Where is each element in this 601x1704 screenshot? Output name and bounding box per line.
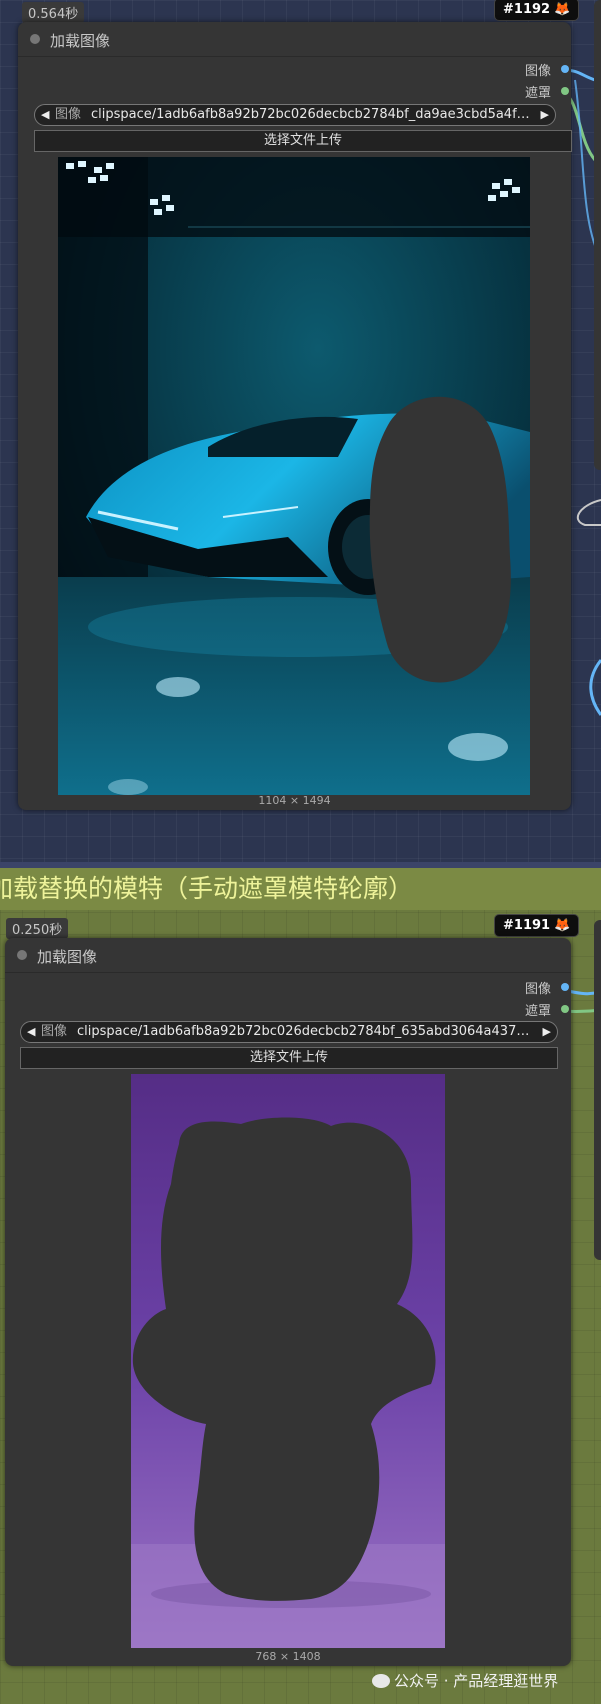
arrow-right-icon[interactable]: ▶: [541, 105, 549, 125]
combo-label: 图像: [55, 107, 82, 122]
node-id-label: #1192: [503, 2, 551, 17]
output-image-label: 图像: [524, 982, 551, 997]
load-image-node[interactable]: 加载图像 图像 遮罩 ◀ 图像 clipspace/1adb6afb8a92b7…: [18, 22, 572, 810]
upload-button[interactable]: 选择文件上传: [34, 130, 572, 152]
arrow-left-icon[interactable]: ◀: [41, 105, 49, 125]
fox-icon: 🦊: [554, 2, 571, 17]
node-title: 加载图像: [50, 32, 111, 50]
watermark-text: 公众号 · 产品经理逛世界: [394, 1672, 559, 1690]
combo-value: clipspace/1adb6afb8a92b72bc026decbcb2784…: [91, 107, 533, 122]
adjacent-node[interactable]: [594, 920, 601, 1260]
node-id-badge: #1191 🦊: [494, 914, 580, 937]
execution-time: 0.250秒: [6, 918, 69, 939]
output-mask-slot[interactable]: [561, 1005, 569, 1013]
output-image-slot[interactable]: [561, 983, 569, 991]
image-select-combo[interactable]: ◀ 图像 clipspace/1adb6afb8a92b72bc026decbc…: [20, 1021, 558, 1043]
output-mask-label: 遮罩: [524, 1004, 551, 1019]
node-header[interactable]: 加载图像: [18, 22, 571, 57]
image-dimensions: 1104 × 1494: [258, 794, 331, 807]
mask-blob: [369, 396, 511, 683]
execution-time: 0.564秒: [22, 2, 85, 23]
output-mask-slot[interactable]: [561, 87, 569, 95]
upload-button[interactable]: 选择文件上传: [20, 1047, 558, 1069]
model-photo: [131, 1074, 445, 1648]
fox-icon: 🦊: [554, 918, 571, 933]
image-preview-model: [131, 1074, 445, 1648]
image-select-combo[interactable]: ◀ 图像 clipspace/1adb6afb8a92b72bc026decbc…: [34, 104, 556, 126]
output-image-label: 图像: [524, 64, 551, 79]
combo-value: clipspace/1adb6afb8a92b72bc026decbcb2784…: [77, 1024, 535, 1039]
adjacent-node[interactable]: [594, 0, 601, 470]
arrow-left-icon[interactable]: ◀: [27, 1022, 35, 1042]
output-image-slot[interactable]: [561, 65, 569, 73]
node-title: 加载图像: [37, 948, 98, 966]
combo-label: 图像: [41, 1024, 68, 1039]
collapse-dot-icon[interactable]: [17, 950, 27, 960]
node-id-badge: #1192 🦊: [494, 0, 580, 21]
watermark: 公众号 · 产品经理逛世界: [372, 1670, 558, 1691]
node-id-label: #1191: [503, 918, 551, 933]
image-dimensions: 768 × 1408: [255, 1650, 321, 1663]
group-title[interactable]: 加载替换的模特（手动遮罩模特轮廓）: [0, 868, 601, 910]
load-image-node[interactable]: 加载图像 图像 遮罩 ◀ 图像 clipspace/1adb6afb8a92b7…: [5, 938, 571, 1666]
wechat-icon: [372, 1674, 390, 1688]
node-header[interactable]: 加载图像: [5, 938, 571, 973]
image-preview-car: [58, 157, 530, 795]
car-photo: [58, 157, 530, 795]
output-mask-label: 遮罩: [524, 86, 551, 101]
collapse-dot-icon[interactable]: [30, 34, 40, 44]
arrow-right-icon[interactable]: ▶: [543, 1022, 551, 1042]
